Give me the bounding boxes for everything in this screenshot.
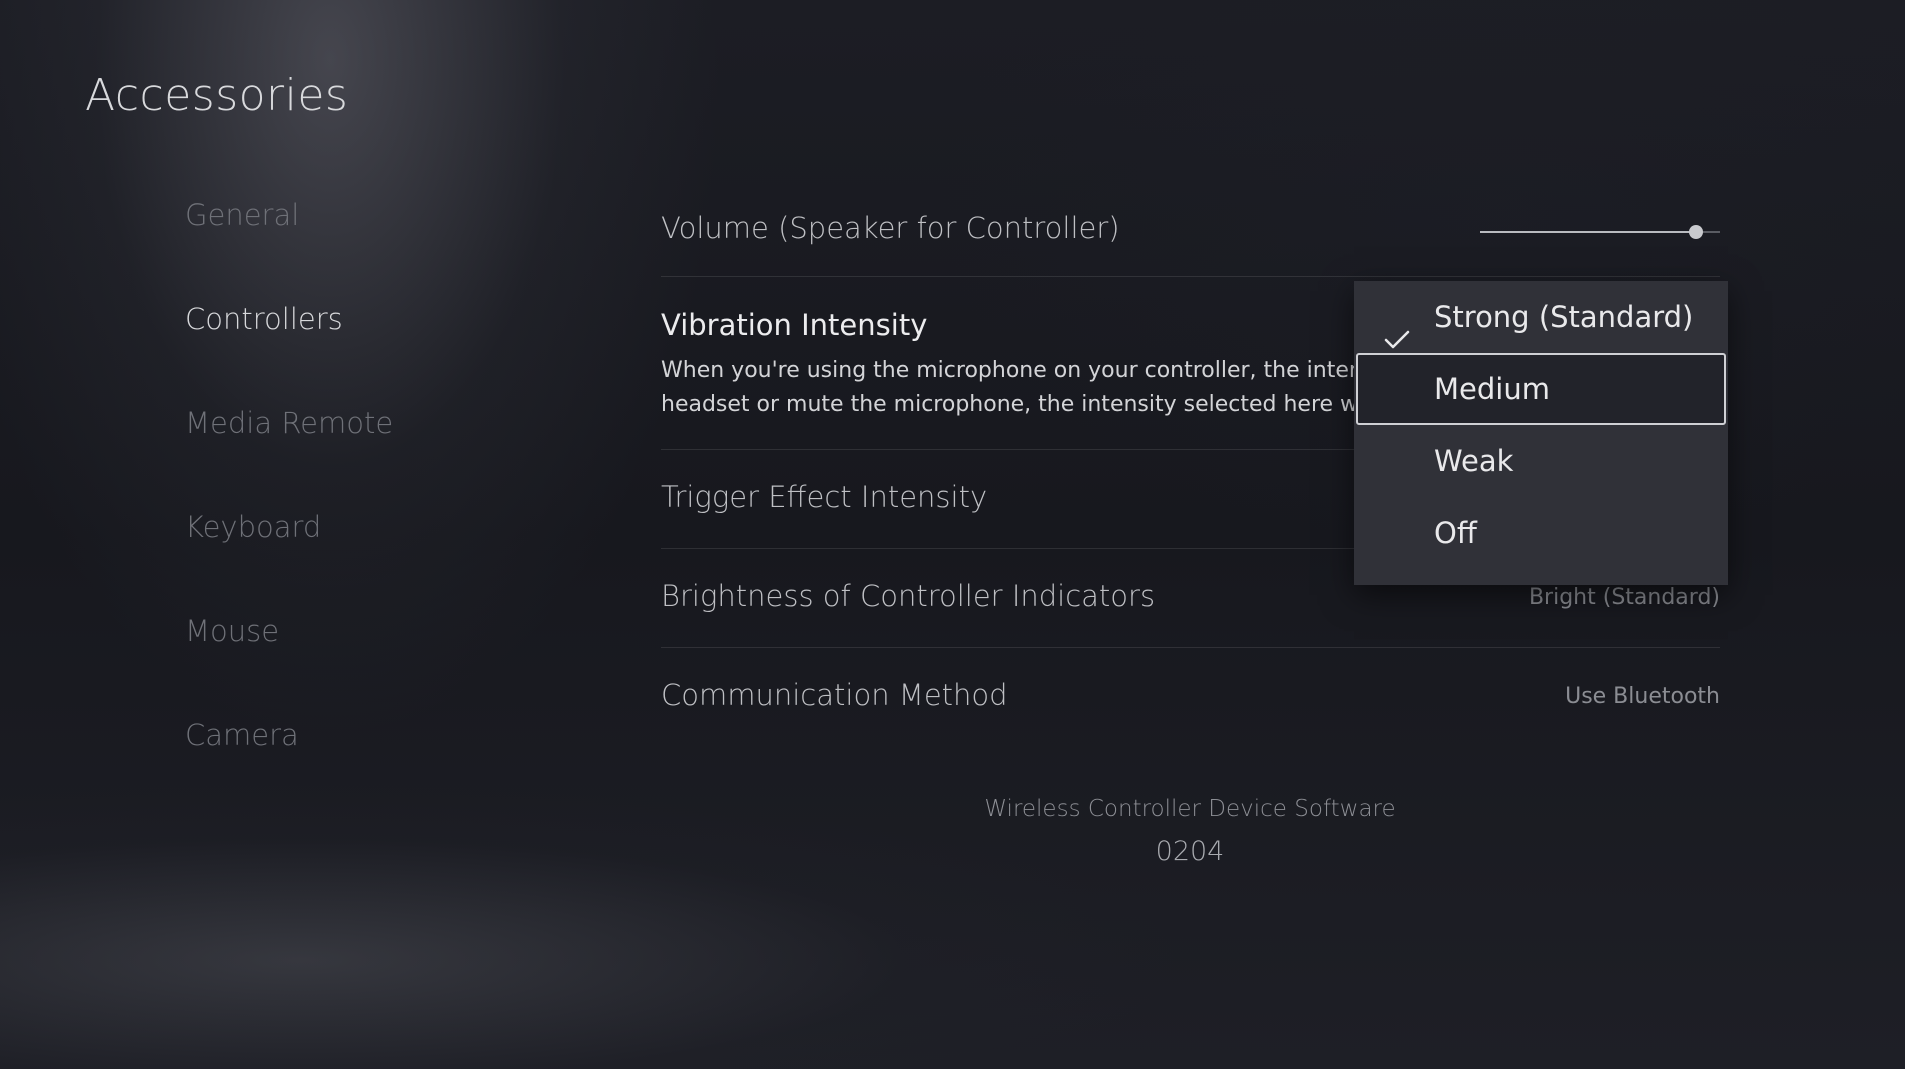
sidebar-item-mouse[interactable]: Mouse	[185, 614, 605, 718]
communication-label: Communication Method	[661, 678, 1008, 712]
option-strong-label: Strong (Standard)	[1434, 300, 1694, 334]
setting-row-volume[interactable]: Volume (Speaker for Controller)	[661, 198, 1720, 277]
vibration-intensity-dropdown: Strong (Standard) Medium Weak Off	[1354, 281, 1728, 585]
sidebar-item-keyboard[interactable]: Keyboard	[185, 510, 605, 614]
sidebar-item-media-remote[interactable]: Media Remote	[185, 406, 605, 510]
volume-slider[interactable]	[1480, 225, 1720, 239]
sidebar-item-camera[interactable]: Camera	[185, 718, 605, 822]
device-software-version: 0204	[1155, 836, 1225, 867]
vibration-description: When you're using the microphone on your…	[661, 354, 1361, 422]
setting-row-communication[interactable]: Communication Method Use Bluetooth	[661, 648, 1720, 746]
option-strong[interactable]: Strong (Standard)	[1354, 281, 1728, 353]
device-software-info: Wireless Controller Device Software 0204	[900, 796, 1480, 867]
option-off-label: Off	[1434, 516, 1477, 550]
communication-value: Use Bluetooth	[1565, 684, 1720, 709]
option-medium[interactable]: Medium	[1356, 353, 1726, 425]
page-title: Accessories	[85, 70, 349, 121]
option-weak[interactable]: Weak	[1354, 425, 1728, 497]
vibration-description-line-2: headset or mute the microphone, the inte…	[661, 392, 1361, 417]
sidebar: General Controllers Media Remote Keyboar…	[185, 198, 605, 822]
option-weak-label: Weak	[1434, 444, 1514, 478]
volume-slider-thumb[interactable]	[1689, 225, 1703, 239]
device-software-label: Wireless Controller Device Software	[984, 796, 1396, 822]
volume-slider-fill	[1480, 231, 1696, 233]
option-off[interactable]: Off	[1354, 497, 1728, 569]
brightness-value: Bright (Standard)	[1528, 585, 1720, 610]
vibration-description-line-1: When you're using the microphone on your…	[661, 358, 1361, 383]
sidebar-item-general[interactable]: General	[185, 198, 605, 302]
option-medium-label: Medium	[1434, 372, 1550, 406]
checkmark-icon	[1384, 305, 1410, 349]
sidebar-item-controllers[interactable]: Controllers	[185, 302, 605, 406]
